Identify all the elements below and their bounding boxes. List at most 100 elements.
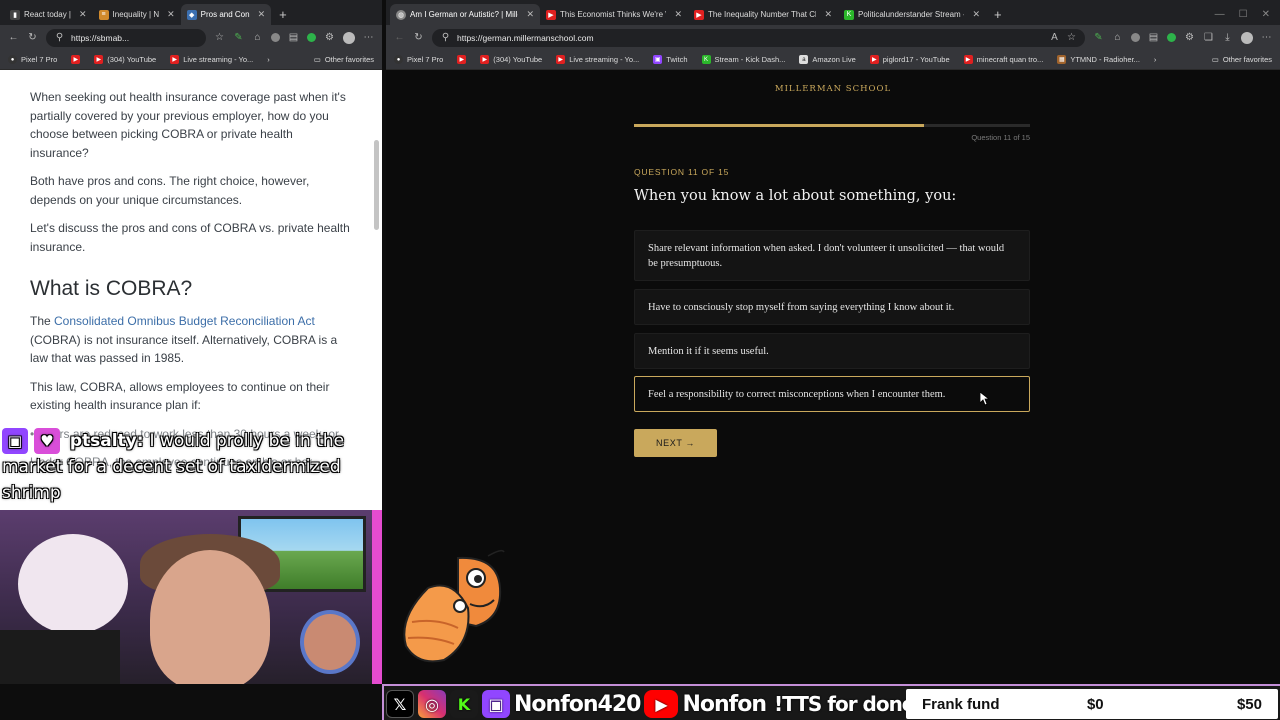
answer-option-3[interactable]: Mention it if it seems useful. xyxy=(634,333,1030,369)
answer-option-1[interactable]: Share relevant information when asked. I… xyxy=(634,230,1030,281)
amazon-icon: a xyxy=(799,55,809,64)
star-icon[interactable]: ☆ xyxy=(214,32,225,43)
chevron-right-icon[interactable]: › xyxy=(267,55,270,64)
read-aloud-icon[interactable]: A xyxy=(1049,32,1060,43)
extension-icon[interactable]: ⌂ xyxy=(1112,32,1123,43)
right-tab-4[interactable]: K Politicalunderstander Stream - Wa ✕ xyxy=(838,4,986,25)
close-tab-icon[interactable]: ✕ xyxy=(968,9,980,20)
social-links: 𝕏 ◎ K ▣ Nonfon420 ▶ Nonfon !TTS for dono… xyxy=(386,688,959,720)
bookmark-label: Live streaming - Yo... xyxy=(183,55,254,64)
trash-extension-icon[interactable]: ▤ xyxy=(288,32,299,43)
extension-icon[interactable]: ⌂ xyxy=(252,32,263,43)
bookmark-minecraft[interactable]: ▶ minecraft quan tro... xyxy=(963,55,1043,64)
microphone-arm xyxy=(0,630,120,684)
site-info-icon[interactable]: ⚲ xyxy=(440,32,451,43)
back-arrow-icon[interactable]: ← xyxy=(394,32,405,43)
menu-dots-icon[interactable]: ⋯ xyxy=(363,32,374,43)
right-tab-2[interactable]: ▶ This Economist Thinks We're Wro ✕ xyxy=(540,4,688,25)
grammarly-icon[interactable] xyxy=(307,33,316,42)
tab-label: Inequality | N xyxy=(112,10,160,19)
left-tab-bar: ▮ React today | ✕ ≡ Inequality | N ✕ ◆ P… xyxy=(0,0,382,25)
left-tab-3[interactable]: ◆ Pros and Con ✕ xyxy=(180,4,272,25)
article-paragraph: Let's discuss the pros and cons of COBRA… xyxy=(30,221,350,254)
close-tab-icon[interactable]: ✕ xyxy=(163,9,175,20)
star-icon[interactable]: ☆ xyxy=(1066,32,1077,43)
bookmark-youtube-1[interactable]: ▶ xyxy=(457,55,467,64)
question-title: When you know a lot about something, you… xyxy=(634,188,957,204)
site-info-icon[interactable]: ⚲ xyxy=(54,32,65,43)
bookmark-live[interactable]: ▶ Live streaming - Yo... xyxy=(556,55,639,64)
question-counter: Question 11 of 15 xyxy=(971,133,1030,142)
extension-dot-icon[interactable] xyxy=(1131,33,1140,42)
window-controls: — ☐ ✕ xyxy=(1215,4,1280,25)
other-favorites[interactable]: ▭ Other favorites xyxy=(314,55,374,64)
close-tab-icon[interactable]: ✕ xyxy=(820,9,832,20)
bookmark-label: Amazon Live xyxy=(812,55,856,64)
puzzle-icon[interactable]: ⚙ xyxy=(324,32,335,43)
webcam-feed xyxy=(0,510,382,684)
right-browser-window: ◍ Am I German or Autistic? | Millerm ✕ ▶… xyxy=(386,0,1280,684)
answer-option-2[interactable]: Have to consciously stop myself from say… xyxy=(634,289,1030,325)
left-address-bar[interactable]: ⚲ https://sbmab... xyxy=(46,28,206,47)
collections-icon[interactable]: ❏ xyxy=(1203,32,1214,43)
bookmark-pixel[interactable]: ● Pixel 7 Pro xyxy=(394,55,443,64)
tab-favicon-icon: ◆ xyxy=(186,9,197,20)
stream-info-bar: 𝕏 ◎ K ▣ Nonfon420 ▶ Nonfon !TTS for dono… xyxy=(382,684,1280,720)
extension-dot-icon[interactable] xyxy=(271,33,280,42)
close-tab-icon[interactable]: ✕ xyxy=(254,9,266,20)
answer-option-4[interactable]: Feel a responsibility to correct misconc… xyxy=(634,376,1030,412)
trash-extension-icon[interactable]: ▤ xyxy=(1148,32,1159,43)
puzzle-icon[interactable]: ⚙ xyxy=(1184,32,1195,43)
minimize-icon[interactable]: — xyxy=(1215,9,1225,20)
bookmark-youtube-2[interactable]: ▶ (304) YouTube xyxy=(94,55,156,64)
back-arrow-icon[interactable]: ← xyxy=(8,32,19,43)
grammarly-icon[interactable] xyxy=(1167,33,1176,42)
kick-icon: K xyxy=(450,690,478,718)
fund-current: $0 xyxy=(1086,695,1104,713)
right-tab-1[interactable]: ◍ Am I German or Autistic? | Millerm ✕ xyxy=(390,4,540,25)
profile-avatar-icon[interactable] xyxy=(343,31,355,44)
bookmark-twitch[interactable]: ▣ Twitch xyxy=(653,55,688,64)
folder-icon: ▭ xyxy=(1211,55,1219,64)
bookmark-amazon[interactable]: a Amazon Live xyxy=(799,55,856,64)
reload-icon[interactable]: ↻ xyxy=(27,32,38,43)
bookmark-kick[interactable]: K Stream - Kick Dash... xyxy=(701,55,785,64)
profile-avatar-icon[interactable] xyxy=(1241,31,1253,44)
close-tab-icon[interactable]: ✕ xyxy=(75,9,87,20)
next-button[interactable]: NEXT → xyxy=(634,429,717,457)
cobra-act-link[interactable]: Consolidated Omnibus Budget Reconciliati… xyxy=(54,314,315,328)
scrollbar-thumb[interactable] xyxy=(374,140,379,230)
chevron-right-icon[interactable]: › xyxy=(1154,55,1157,64)
youtube-icon: ▶ xyxy=(457,55,467,64)
new-tab-icon[interactable]: + xyxy=(986,4,1010,25)
close-tab-icon[interactable]: ✕ xyxy=(670,9,682,20)
tab-label: This Economist Thinks We're Wro xyxy=(560,10,666,19)
right-address-bar[interactable]: ⚲ https://german.millermanschool.com A ☆ xyxy=(432,28,1085,47)
tab-favicon-icon: ▮ xyxy=(10,9,20,20)
bookmark-live[interactable]: ▶ Live streaming - Yo... xyxy=(170,55,253,64)
left-tab-2[interactable]: ≡ Inequality | N ✕ xyxy=(93,4,181,25)
article-body: When seeking out health insurance covera… xyxy=(0,70,382,472)
bookmark-youtube-2[interactable]: ▶ (304) YouTube xyxy=(480,55,542,64)
bookmark-piglord[interactable]: ▶ piglord17 - YouTube xyxy=(869,55,950,64)
right-tab-3[interactable]: ▶ The Inequality Number That Chan ✕ xyxy=(688,4,838,25)
bookmark-label: Live streaming - Yo... xyxy=(569,55,640,64)
pen-extension-icon[interactable]: ✎ xyxy=(1093,32,1104,43)
reload-icon[interactable]: ↻ xyxy=(413,32,424,43)
new-tab-icon[interactable]: + xyxy=(271,4,295,25)
left-tab-1[interactable]: ▮ React today | ✕ xyxy=(4,4,93,25)
instagram-icon: ◎ xyxy=(418,690,446,718)
other-favorites[interactable]: ▭ Other favorites xyxy=(1212,55,1272,64)
youtube-icon: ▶ xyxy=(71,55,81,64)
bookmark-pixel[interactable]: ● Pixel 7 Pro xyxy=(8,55,57,64)
bookmark-youtube-1[interactable]: ▶ xyxy=(71,55,81,64)
maximize-icon[interactable]: ☐ xyxy=(1239,9,1248,20)
quiz-progress-fill xyxy=(634,124,925,127)
close-window-icon[interactable]: ✕ xyxy=(1262,9,1270,20)
menu-dots-icon[interactable]: ⋯ xyxy=(1261,32,1272,43)
close-tab-icon[interactable]: ✕ xyxy=(522,9,534,20)
bookmark-ytmnd[interactable]: ▦ YTMND - Radioher... xyxy=(1057,55,1140,64)
site-brand[interactable]: MILLERMAN SCHOOL xyxy=(386,84,1280,94)
download-icon[interactable]: ⤓ xyxy=(1222,32,1233,43)
pen-extension-icon[interactable]: ✎ xyxy=(233,32,244,43)
